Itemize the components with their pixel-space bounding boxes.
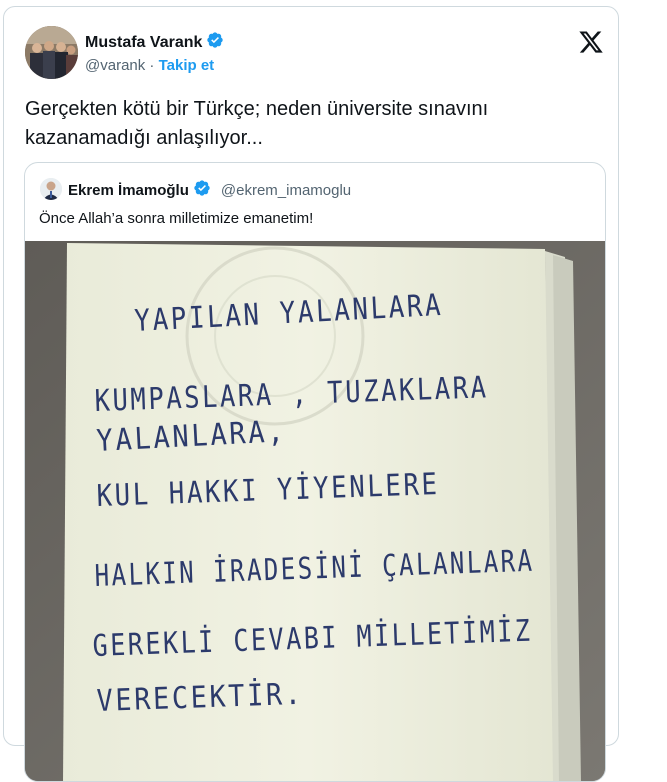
verified-badge-icon <box>193 179 211 201</box>
quoted-author-handle[interactable]: @ekrem_imamoglu <box>221 182 351 199</box>
separator-dot: · <box>149 57 155 74</box>
tweet-text: Gerçekten kötü bir Türkçe; neden ünivers… <box>25 98 489 149</box>
quoted-author-name[interactable]: Ekrem İmamoğlu <box>68 182 189 199</box>
quoted-tweet-text: Önce Allah’a sonra milletimize emanetim! <box>39 210 314 227</box>
author-handle[interactable]: @varank <box>85 57 145 74</box>
author-handle-row: @varank · Takip et <box>85 57 214 74</box>
author-name-row: Mustafa Varank <box>85 31 224 54</box>
quoted-author-avatar[interactable] <box>40 178 62 200</box>
quoted-tweet-image[interactable]: YAPILAN YALANLARA KUMPASLARA , TUZAKLARA Y… <box>25 241 605 781</box>
follow-button[interactable]: Takip et <box>159 57 215 74</box>
tweet-card: Mustafa Varank @varank · Takip et Gerçek… <box>3 6 619 782</box>
author-name[interactable]: Mustafa Varank <box>85 34 202 52</box>
x-logo-icon[interactable] <box>578 29 604 55</box>
handwriting-line: VERECEKTİR. <box>96 676 304 719</box>
verified-badge-icon <box>206 31 224 54</box>
quoted-tweet[interactable]: Ekrem İmamoğlu @ekrem_imamoglu Önce Alla… <box>24 162 606 782</box>
author-avatar[interactable] <box>25 26 78 79</box>
quoted-author-row: Ekrem İmamoğlu @ekrem_imamoglu <box>68 179 351 201</box>
